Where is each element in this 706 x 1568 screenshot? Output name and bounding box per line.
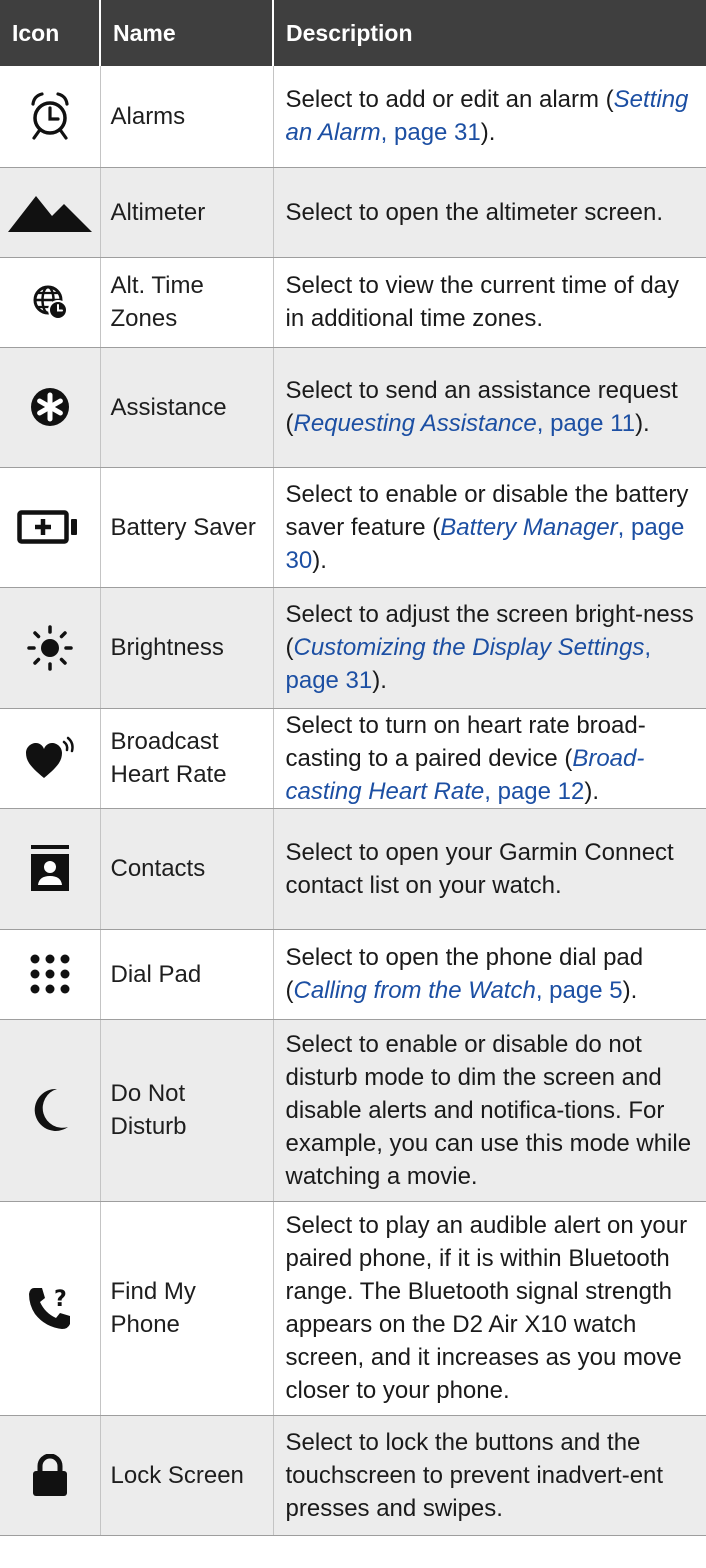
table-row: ? Find My Phone Select to play an audibl… [0, 1201, 706, 1416]
row-name: Do Not Disturb [100, 1019, 274, 1202]
header-name: Name [100, 0, 274, 66]
header-description: Description [273, 0, 706, 66]
row-description: Select to enable or disable the battery … [273, 467, 706, 588]
table-row: Broadcast Heart Rate Select to turn on h… [0, 708, 706, 809]
row-name: Brightness [100, 587, 274, 709]
row-name: Lock Screen [100, 1415, 274, 1536]
table-row: Contacts Select to open your Garmin Conn… [0, 808, 706, 930]
moon-icon [0, 1019, 101, 1202]
dial-pad-icon [0, 929, 101, 1020]
padlock-icon [0, 1415, 101, 1536]
battery-plus-icon [0, 467, 101, 588]
row-name: Find My Phone [100, 1201, 274, 1416]
row-name: Dial Pad [100, 929, 274, 1020]
table-row: Alarms Select to add or edit an alarm (S… [0, 66, 706, 168]
sun-icon [0, 587, 101, 709]
page-link[interactable]: Calling from the Watch, page 5 [294, 977, 623, 1004]
row-description: Select to turn on heart rate broad-casti… [273, 708, 706, 809]
row-description: Select to play an audible alert on your … [273, 1201, 706, 1416]
row-description: Select to open your Garmin Connect conta… [273, 808, 706, 930]
page-link[interactable]: Customizing the Display Settings, page 3… [286, 634, 652, 694]
table-row: Lock Screen Select to lock the buttons a… [0, 1415, 706, 1536]
row-name: Alt. Time Zones [100, 257, 274, 348]
row-description: Select to adjust the screen bright-ness … [273, 587, 706, 709]
page-link[interactable]: Requesting Assistance, page 11 [294, 410, 636, 437]
row-description: Select to open the phone dial pad (Calli… [273, 929, 706, 1020]
row-description: Select to enable or disable do not distu… [273, 1019, 706, 1202]
row-name: Alarms [100, 66, 274, 168]
table-row: Altimeter Select to open the altimeter s… [0, 167, 706, 258]
row-name: Contacts [100, 808, 274, 930]
table-header-row: Icon Name Description [0, 0, 706, 66]
svg-text:?: ? [54, 1287, 67, 1312]
asterisk-circle-icon [0, 347, 101, 468]
table-row: Dial Pad Select to open the phone dial p… [0, 929, 706, 1020]
header-icon: Icon [0, 0, 101, 66]
globe-clock-icon [0, 257, 101, 348]
table-row: Do Not Disturb Select to enable or disab… [0, 1019, 706, 1202]
heart-broadcast-icon [0, 708, 101, 809]
contact-card-icon [0, 808, 101, 930]
alarm-clock-icon [0, 66, 101, 168]
row-name: Broadcast Heart Rate [100, 708, 274, 809]
table-row: Brightness Select to adjust the screen b… [0, 587, 706, 709]
row-name: Assistance [100, 347, 274, 468]
row-description: Select to send an assistance request (Re… [273, 347, 706, 468]
row-description: Select to lock the buttons and the touch… [273, 1415, 706, 1536]
row-name: Battery Saver [100, 467, 274, 588]
row-name: Altimeter [100, 167, 274, 258]
row-description: Select to view the current time of day i… [273, 257, 706, 348]
row-description: Select to add or edit an alarm (Setting … [273, 66, 706, 168]
table-row: Alt. Time Zones Select to view the curre… [0, 257, 706, 348]
phone-question-icon: ? [0, 1201, 101, 1416]
table-row: Battery Saver Select to enable or disabl… [0, 467, 706, 588]
mountain-icon [0, 167, 101, 258]
row-description: Select to open the altimeter screen. [273, 167, 706, 258]
table-row: Assistance Select to send an assistance … [0, 347, 706, 468]
controls-table: Icon Name Description Alarms Select to a… [0, 0, 706, 1536]
